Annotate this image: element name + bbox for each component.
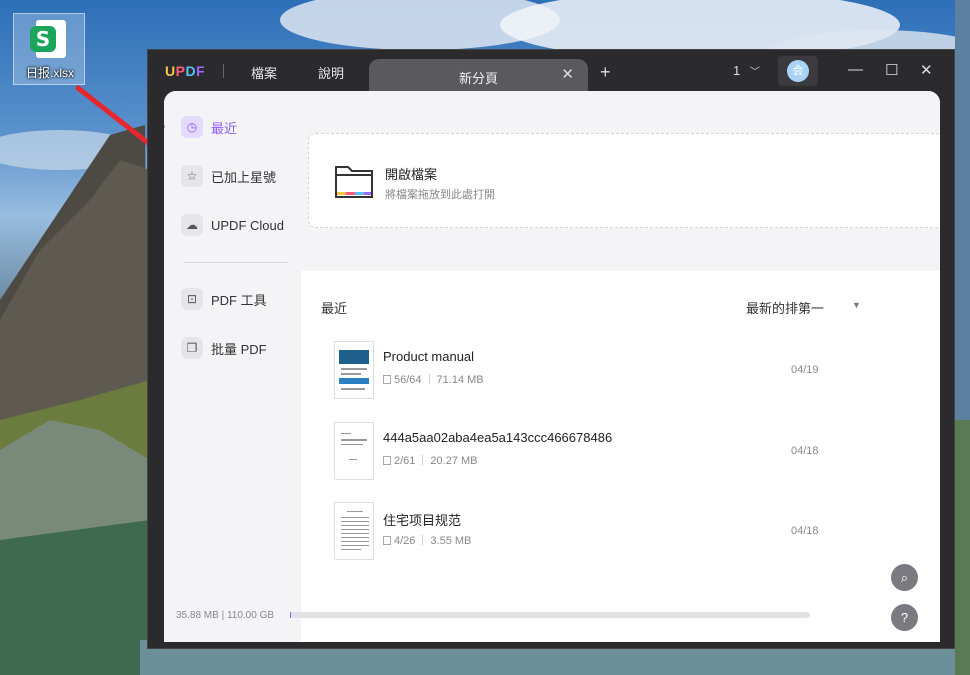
sidebar-item-label: 批量 PDF [211, 341, 267, 357]
help-button[interactable]: ? [891, 604, 918, 631]
main-panel: 開啟檔案 將檔案拖放到此處打開 最近 最新的排第一 ▼ Product manu… [301, 91, 940, 642]
spreadsheet-icon: S [30, 20, 66, 58]
account-button[interactable]: 会 [778, 56, 818, 86]
clock-icon: ◷ [181, 116, 203, 138]
search-button[interactable]: ⌕ [891, 564, 918, 591]
page-icon [383, 536, 391, 545]
sidebar-divider [184, 262, 289, 263]
title-separator [223, 64, 224, 78]
page-icon [383, 375, 391, 384]
open-file-title: 開啟檔案 [385, 167, 438, 182]
window-count: 1 [733, 63, 741, 78]
sidebar-item-label: PDF 工具 [211, 292, 267, 308]
title-bar: UPDF 檔案 說明 新分頁 ✕ + 1 ﹀ 会 — ☐ ✕ [148, 50, 954, 93]
open-file-subtitle: 將檔案拖放到此處打開 [385, 189, 495, 201]
recent-file-row[interactable]: 444a5aa02aba4ea5a143ccc466678486 2/61 20.… [331, 422, 891, 482]
file-pages: 2/61 [394, 455, 416, 467]
sidebar-item-label: 已加上星號 [211, 169, 277, 185]
file-date: 04/18 [791, 445, 819, 457]
close-button[interactable]: ✕ [920, 61, 933, 79]
file-thumbnail [334, 502, 374, 560]
batch-icon: ❐ [181, 337, 203, 359]
folder-icon [335, 166, 373, 198]
file-name: Product manual [383, 349, 475, 364]
sidebar-item-label: UPDF Cloud [211, 217, 284, 233]
sidebar: ◷ 最近 ☆ 已加上星號 ☁ UPDF Cloud ⊡ PDF 工具 ❐ 批量 … [164, 91, 301, 642]
recent-file-row[interactable]: Product manual 56/64 71.14 MB 04/19 [331, 341, 891, 401]
file-date: 04/19 [791, 364, 819, 376]
recent-file-row[interactable]: 住宅项目规范 4/26 3.55 MB 04/18 [331, 502, 891, 562]
file-name: 住宅项目规范 [383, 513, 462, 528]
storage-usage-text: 35.88 MB | 110.00 GB [176, 610, 275, 621]
file-size: 20.27 MB [430, 455, 478, 467]
updf-logo: UPDF [165, 63, 206, 79]
tab-new[interactable]: 新分頁 ✕ [369, 59, 588, 93]
file-size: 71.14 MB [436, 374, 484, 386]
file-thumbnail [334, 341, 374, 399]
sidebar-item-starred[interactable]: ☆ 已加上星號 [181, 163, 276, 189]
file-meta: 4/26 3.55 MB [383, 535, 471, 547]
maximize-button[interactable]: ☐ [885, 61, 898, 79]
cloud-icon: ☁ [181, 214, 203, 236]
page-icon [383, 456, 391, 465]
updf-window: UPDF 檔案 說明 新分頁 ✕ + 1 ﹀ 会 — ☐ ✕ ◷ 最近 ☆ 已加… [147, 49, 955, 649]
open-file-dropzone[interactable]: 開啟檔案 將檔案拖放到此處打開 [308, 133, 940, 228]
sidebar-item-cloud[interactable]: ☁ UPDF Cloud [181, 212, 284, 238]
chevron-down-icon: ﹀ [749, 67, 760, 78]
sort-dropdown[interactable]: 最新的排第一 [746, 298, 824, 317]
tab-label: 新分頁 [458, 71, 498, 86]
sidebar-item-pdf-tools[interactable]: ⊡ PDF 工具 [181, 286, 267, 312]
toolbox-icon: ⊡ [181, 288, 203, 310]
recent-heading: 最近 [321, 301, 348, 316]
new-tab-button[interactable]: + [600, 62, 611, 83]
file-meta: 2/61 20.27 MB [383, 455, 478, 467]
file-pages: 4/26 [394, 535, 416, 547]
file-thumbnail [334, 422, 374, 480]
active-indicator [164, 124, 165, 129]
open-file-zone: 開啟檔案 將檔案拖放到此處打開 [301, 91, 940, 271]
file-date: 04/18 [791, 525, 819, 537]
app-content: ◷ 最近 ☆ 已加上星號 ☁ UPDF Cloud ⊡ PDF 工具 ❐ 批量 … [164, 91, 940, 642]
desktop-file-icon[interactable]: S 日报.xlsx [13, 13, 85, 85]
sidebar-item-recent[interactable]: ◷ 最近 [181, 114, 237, 140]
menu-file[interactable]: 檔案 [251, 63, 277, 82]
file-pages: 56/64 [394, 374, 422, 386]
file-size: 3.55 MB [430, 535, 472, 547]
storage-usage-bar [290, 612, 810, 618]
sidebar-item-label: 最近 [211, 120, 238, 136]
window-count-dropdown[interactable]: 1 ﹀ [733, 63, 760, 78]
avatar: 会 [787, 60, 809, 82]
star-icon: ☆ [181, 165, 203, 187]
file-name: 444a5aa02aba4ea5a143ccc466678486 [383, 430, 613, 445]
caret-down-icon[interactable]: ▼ [852, 300, 861, 310]
minimize-button[interactable]: — [848, 61, 863, 78]
desktop-file-label: 日报.xlsx [25, 66, 74, 80]
file-meta: 56/64 71.14 MB [383, 374, 484, 386]
search-icon: ⌕ [900, 569, 909, 585]
menu-help[interactable]: 說明 [318, 63, 344, 82]
tab-close-icon[interactable]: ✕ [561, 65, 574, 83]
sidebar-item-batch-pdf[interactable]: ❐ 批量 PDF [181, 335, 267, 361]
help-icon: ? [900, 610, 909, 625]
